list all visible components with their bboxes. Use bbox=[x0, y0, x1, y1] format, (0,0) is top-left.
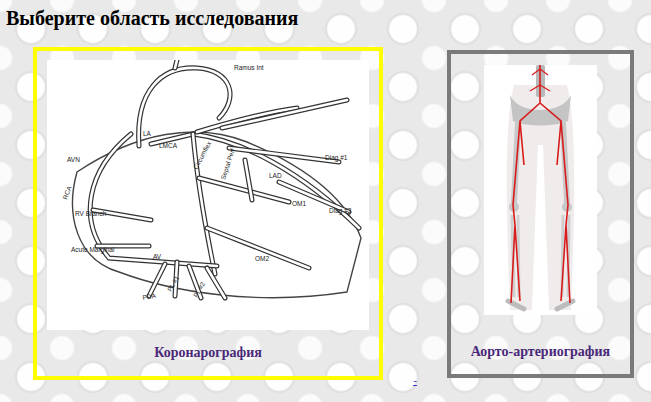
diagram-label: LMCA bbox=[159, 142, 178, 149]
link-slot: - bbox=[383, 374, 447, 386]
card-label[interactable]: Коронарография bbox=[154, 344, 262, 362]
diagram-label: OM2 bbox=[255, 255, 269, 262]
diagram-label: Diag #2 bbox=[329, 207, 352, 215]
page: Выберите область исследования Ramus Int LA… bbox=[0, 0, 651, 402]
aorta-card[interactable]: Аорто-артериография bbox=[447, 50, 634, 378]
diagram-label: RCA bbox=[61, 184, 72, 200]
diagram-label: AVN bbox=[67, 156, 80, 163]
diagram-label: LAD bbox=[269, 172, 282, 179]
diagram-label: Acute Marginal bbox=[71, 246, 115, 254]
coronary-card[interactable]: Ramus Int LA LMCA AVN Circumflex Septal Perf D… bbox=[33, 47, 383, 380]
diagram-label: RV Branch bbox=[75, 210, 107, 217]
diagram-label: PL #1 bbox=[166, 274, 181, 292]
diagram-label: PL #2 bbox=[192, 280, 207, 298]
coronary-diagram: Ramus Int LA LMCA AVN Circumflex Septal Perf D… bbox=[47, 60, 369, 330]
diagram-label: OM1 bbox=[292, 200, 306, 207]
diagram-label: Diag #1 bbox=[325, 154, 348, 162]
link-mark[interactable]: - bbox=[413, 374, 417, 386]
card-label[interactable]: Аорто-артериография bbox=[471, 343, 610, 361]
diagram-label: AV bbox=[153, 253, 162, 260]
diagram-label: Ramus Int bbox=[234, 64, 264, 71]
page-title: Выберите область исследования bbox=[0, 0, 651, 30]
diagram-label: PDA bbox=[142, 292, 157, 301]
leg-arteries-diagram bbox=[484, 65, 597, 315]
diagram-label: Circumflex bbox=[192, 139, 213, 170]
cards-row: Ramus Int LA LMCA AVN Circumflex Septal Perf D… bbox=[0, 47, 651, 380]
diagram-label: Septal Perf bbox=[219, 147, 237, 180]
diagram-label: LA bbox=[143, 130, 152, 137]
